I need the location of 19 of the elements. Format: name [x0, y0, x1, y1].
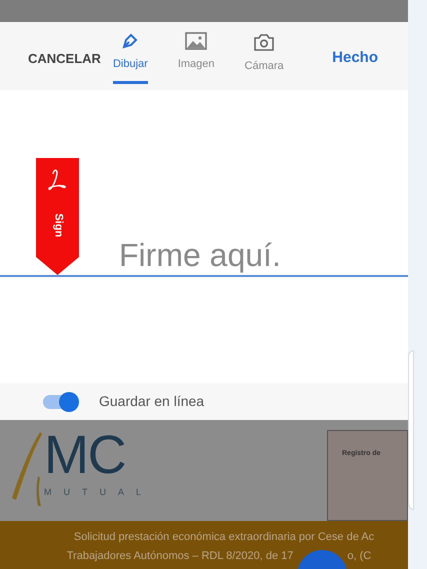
- image-icon: [185, 32, 208, 50]
- tool-tab[interactable]: Imagen: [178, 28, 215, 84]
- save-online-toggle[interactable]: [43, 394, 77, 408]
- scroll-handle[interactable]: [408, 350, 414, 510]
- sign-tag: Sign: [50, 210, 66, 239]
- tool-tab[interactable]: Dibujar: [112, 28, 148, 84]
- done-button[interactable]: Hecho: [332, 47, 378, 70]
- banner-text: Solicitud prestación económica extraordinaria por Cese de Ac: [74, 530, 374, 545]
- banner-text: Trabajadores Autónomos – RDL 8/2020, de 17: [66, 548, 294, 564]
- camera-icon: [253, 32, 276, 52]
- signature-placeholder: Firme aquí.: [119, 239, 281, 271]
- banner-text: o, (C: [347, 548, 372, 564]
- logo-text: MC: [44, 428, 126, 482]
- cancel-button[interactable]: CANCELAR: [28, 49, 101, 68]
- sign-flag-icon: [36, 158, 79, 275]
- tool-tab[interactable]: Cámara: [244, 28, 284, 84]
- logo-subtitle: MUTUAL: [44, 486, 154, 499]
- save-online-label: Guardar en línea: [99, 392, 204, 411]
- pen-icon: [121, 32, 140, 50]
